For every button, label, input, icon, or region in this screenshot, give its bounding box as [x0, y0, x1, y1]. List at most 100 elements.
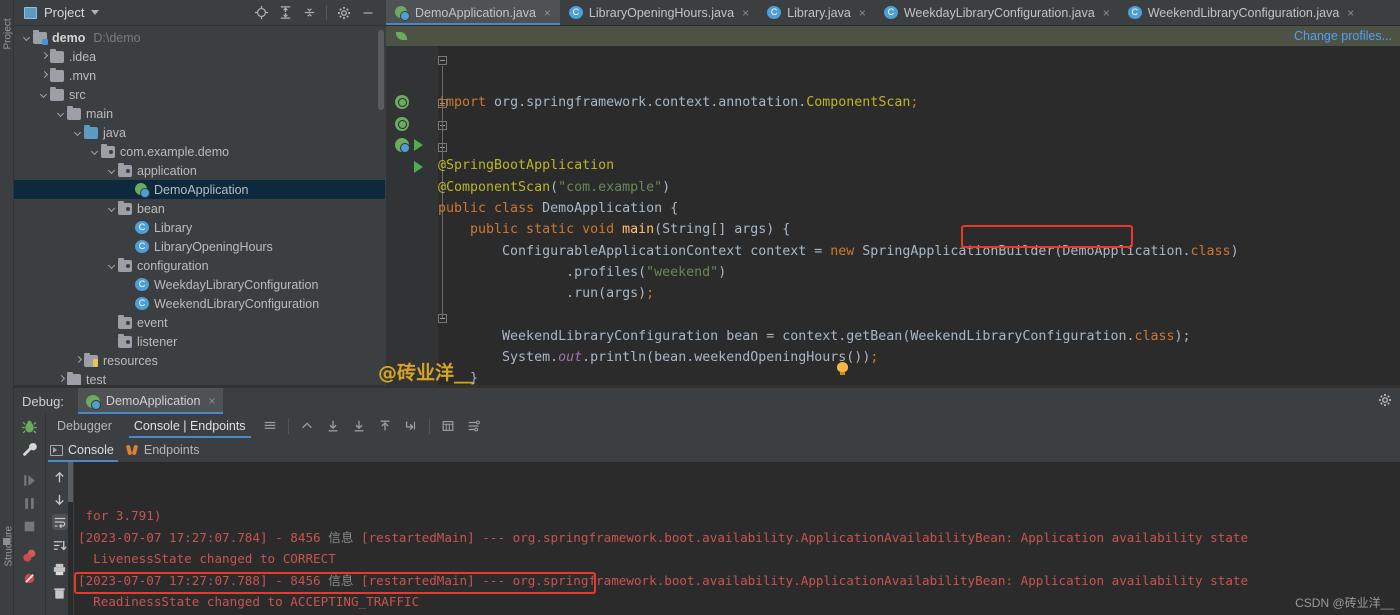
step-out-icon[interactable]	[294, 414, 320, 438]
chevron-right-icon[interactable]	[39, 70, 50, 81]
close-icon[interactable]: ×	[742, 6, 749, 20]
collapse-all-icon[interactable]	[298, 2, 320, 24]
rail-label-project[interactable]: Project	[3, 6, 14, 49]
step-over-icon[interactable]	[21, 472, 39, 490]
evaluate-expression-icon[interactable]	[435, 414, 461, 438]
tree-node-java[interactable]: java	[14, 123, 385, 142]
chevron-down-icon[interactable]	[90, 146, 101, 157]
step-into-icon[interactable]	[320, 414, 346, 438]
console-output[interactable]: for 3.791) [2023-07-07 17:27:07.784] - 84…	[74, 462, 1400, 615]
debug-settings-gear-icon[interactable]	[1378, 393, 1392, 410]
tree-node-libraryopeninghours[interactable]: C LibraryOpeningHours	[14, 237, 385, 256]
tree-node-bean[interactable]: bean	[14, 199, 385, 218]
console-scrollbar[interactable]	[68, 462, 73, 615]
debug-tab-debugger[interactable]: Debugger	[46, 414, 123, 438]
tree-node-demoapplication[interactable]: DemoApplication	[14, 180, 385, 199]
step-up-icon[interactable]	[372, 414, 398, 438]
tree-node-configuration[interactable]: configuration	[14, 256, 385, 275]
hide-panel-icon[interactable]	[357, 2, 379, 24]
expand-all-icon[interactable]	[274, 2, 296, 24]
chevron-right-icon[interactable]	[73, 355, 84, 366]
editor-tab-libraryopeninghours-java[interactable]: C LibraryOpeningHours.java ×	[560, 0, 758, 25]
bean-icon[interactable]	[395, 117, 409, 131]
chevron-down-icon[interactable]	[107, 203, 118, 214]
debug-settings-icon[interactable]	[461, 414, 487, 438]
project-tree-scrollbar[interactable]	[378, 30, 384, 110]
spring-debug-icon	[85, 394, 101, 410]
chevron-down-icon[interactable]	[91, 10, 100, 15]
editor-gutter[interactable]	[386, 46, 438, 385]
close-icon[interactable]: ×	[1347, 6, 1354, 20]
tree-node--mvn[interactable]: .mvn	[14, 66, 385, 85]
soft-wrap-icon[interactable]	[52, 514, 68, 530]
scroll-to-end-icon[interactable]	[52, 538, 68, 554]
chevron-down-icon[interactable]	[107, 165, 118, 176]
close-icon[interactable]: ×	[208, 394, 215, 408]
tree-node-com-example-demo[interactable]: com.example.demo	[14, 142, 385, 161]
debugger-bug-icon[interactable]	[21, 418, 39, 436]
force-step-into-icon[interactable]	[346, 414, 372, 438]
run-triangle-icon[interactable]	[414, 161, 423, 173]
tree-node-main[interactable]: main	[14, 104, 385, 123]
chevron-down-icon[interactable]	[73, 127, 84, 138]
editor-tab-weekendlibraryconfiguration-java[interactable]: C WeekendLibraryConfiguration.java ×	[1119, 0, 1364, 25]
debug-tab-console---endpoints[interactable]: Console | Endpoints	[123, 414, 257, 438]
editor-tab-library-java[interactable]: C Library.java ×	[758, 0, 875, 25]
chevron-right-icon[interactable]	[39, 51, 50, 62]
tree-node-label: Library	[154, 220, 193, 235]
tree-node-application[interactable]: application	[14, 161, 385, 180]
editor-tab-demoapplication-java[interactable]: DemoApplication.java ×	[386, 0, 560, 25]
toolbar-divider	[326, 5, 327, 20]
tree-node-label: listener	[137, 334, 178, 349]
tree-node-resources[interactable]: resources	[14, 351, 385, 370]
debug-session-tab[interactable]: DemoApplication ×	[77, 388, 224, 414]
rail-label-structure[interactable]: Structure	[4, 505, 15, 567]
settings-gear-icon[interactable]	[333, 2, 355, 24]
chevron-right-icon[interactable]	[56, 374, 67, 385]
pause-icon[interactable]	[21, 495, 39, 513]
tree-node-src[interactable]: src	[14, 85, 385, 104]
clear-all-icon[interactable]	[52, 586, 68, 602]
tree-node--idea[interactable]: .idea	[14, 47, 385, 66]
run-to-cursor-icon[interactable]	[398, 414, 424, 438]
code-editor[interactable]: Change profiles... import org.springfram…	[386, 26, 1400, 385]
code-token: public static void	[438, 222, 623, 238]
chevron-down-icon[interactable]	[39, 89, 50, 100]
project-panel-title[interactable]: Project	[44, 5, 84, 20]
spring-class-icon[interactable]	[395, 138, 410, 153]
tree-node-library[interactable]: C Library	[14, 218, 385, 237]
tree-node-test[interactable]: test	[14, 370, 385, 385]
scroll-up-icon[interactable]	[52, 470, 68, 486]
tree-node-event[interactable]: event	[14, 313, 385, 332]
bean-icon[interactable]	[395, 95, 409, 109]
chevron-down-icon[interactable]	[56, 108, 67, 119]
close-icon[interactable]: ×	[1103, 6, 1110, 20]
code-content[interactable]: import org.springframework.context.annot…	[438, 46, 1400, 385]
editor-tab-weekdaylibraryconfiguration-java[interactable]: C WeekdayLibraryConfiguration.java ×	[875, 0, 1119, 25]
tree-node-weekendlibraryconfiguration[interactable]: C WeekendLibraryConfiguration	[14, 294, 385, 313]
view-breakpoints-icon[interactable]	[21, 547, 39, 565]
chevron-down-icon[interactable]	[22, 32, 33, 43]
java-class-icon: C	[1127, 6, 1142, 19]
run-triangle-icon[interactable]	[414, 139, 423, 151]
code-token: (String[] args) {	[654, 222, 791, 238]
scroll-down-icon[interactable]	[52, 492, 68, 508]
wrench-icon[interactable]	[21, 441, 39, 459]
tree-node-listener[interactable]: listener	[14, 332, 385, 351]
close-icon[interactable]: ×	[544, 6, 551, 20]
stop-icon[interactable]	[21, 518, 39, 536]
close-icon[interactable]: ×	[859, 6, 866, 20]
locate-icon[interactable]	[250, 2, 272, 24]
tree-node-weekdaylibraryconfiguration[interactable]: C WeekdayLibraryConfiguration	[14, 275, 385, 294]
layout-icon[interactable]	[257, 414, 283, 438]
mute-breakpoints-icon[interactable]	[21, 570, 39, 588]
tree-node-demo[interactable]: demo D:\demo	[14, 28, 385, 47]
lightbulb-icon[interactable]	[837, 362, 848, 375]
console-subtab-console[interactable]: Console	[46, 438, 122, 462]
project-tree[interactable]: demo D:\demo .idea .mvn src main java com.examp…	[14, 26, 385, 385]
chevron-down-icon[interactable]	[107, 260, 118, 271]
print-icon[interactable]	[52, 562, 68, 578]
editor-tab-label: Library.java	[787, 5, 851, 20]
console-subtab-endpoints[interactable]: Endpoints	[122, 438, 208, 462]
change-profiles-link[interactable]: Change profiles...	[1294, 29, 1400, 43]
